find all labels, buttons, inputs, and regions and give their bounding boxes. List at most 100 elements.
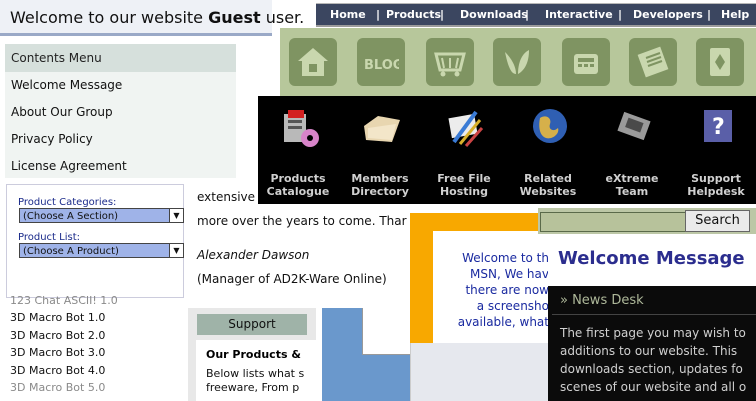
- article-author-role: (Manager of AD2K-Ware Online): [197, 272, 387, 286]
- feature-label: Hosting: [439, 185, 489, 198]
- menu-item-privacy-policy[interactable]: Privacy Policy: [5, 126, 236, 153]
- msn-line: there are now: [465, 283, 549, 297]
- dropdown-arrow-icon[interactable]: ▼: [169, 244, 183, 257]
- our-products-heading: Our Products &: [206, 348, 301, 361]
- product-categories-select[interactable]: (Choose A Section) ▼: [19, 208, 184, 223]
- product-list-value: (Choose A Product): [23, 246, 119, 257]
- our-products-text: freeware, From p: [206, 381, 300, 394]
- msn-line: available, what: [457, 315, 549, 329]
- feature-label: Websites: [519, 185, 577, 198]
- contents-menu: Contents Menu Welcome Message About Our …: [5, 44, 236, 178]
- white-panel: [362, 308, 415, 355]
- msn-line: Welcome to th: [462, 251, 549, 265]
- msn-line: a screensho: [476, 299, 549, 313]
- product-item[interactable]: 3D Macro Bot 2.0: [10, 327, 186, 344]
- nav-interactive[interactable]: Interactive: [545, 4, 613, 25]
- feature-panel: Products Catalogue Members Directory Free …: [258, 96, 756, 204]
- help-icon: ?: [704, 110, 732, 142]
- news-divider: [552, 314, 756, 315]
- product-item[interactable]: 123 Chat ASCII! 1.0: [10, 292, 186, 309]
- news-line: The first page you may wish to: [560, 326, 746, 340]
- news-line: additions to our website. This: [560, 344, 738, 358]
- feature-label: Directory: [351, 185, 409, 198]
- dropdown-arrow-icon[interactable]: ▼: [169, 209, 183, 222]
- feature-members-directory[interactable]: Members Directory: [340, 96, 420, 204]
- nav-developers[interactable]: Developers: [633, 4, 703, 25]
- product-list-label: Product List:: [18, 232, 80, 243]
- feature-label: Members: [351, 172, 409, 185]
- search-button[interactable]: Search: [685, 210, 750, 232]
- news-desk-panel: » News Desk The first page you may wish …: [548, 286, 756, 401]
- product-categories-value: (Choose A Section): [23, 211, 119, 222]
- product-filters: Product Categories: (Choose A Section) ▼…: [6, 184, 184, 298]
- svg-text:BLOG: BLOG: [364, 58, 399, 73]
- menu-item-license-agreement[interactable]: License Agreement: [5, 153, 236, 180]
- feature-label: Products: [270, 172, 326, 185]
- basket-icon[interactable]: [426, 38, 474, 86]
- icon-strip: BLOG: [280, 28, 756, 96]
- feature-label: Support: [691, 172, 741, 185]
- nav-separator: |: [525, 8, 530, 21]
- feature-free-file-hosting[interactable]: Free File Hosting: [424, 96, 504, 204]
- blog-icon[interactable]: BLOG: [357, 38, 405, 86]
- phone-icon[interactable]: [562, 38, 610, 86]
- contents-menu-header: Contents Menu: [5, 44, 236, 72]
- nav-separator: |: [618, 8, 623, 21]
- feature-label: Catalogue: [266, 185, 330, 198]
- product-item[interactable]: 3D Macro Bot 1.0: [10, 309, 186, 326]
- product-list-select[interactable]: (Choose A Product) ▼: [19, 243, 184, 258]
- feature-label: Helpdesk: [687, 185, 745, 198]
- product-item[interactable]: 3D Macro Bot 5.0: [10, 379, 186, 396]
- nav-home[interactable]: Home: [330, 4, 366, 25]
- nav-products[interactable]: Products: [386, 4, 441, 25]
- nav-downloads[interactable]: Downloads: [460, 4, 528, 25]
- feature-label: Team: [615, 185, 649, 198]
- news-line: downloads section, updates fo: [560, 362, 743, 376]
- toolbox-icon: [284, 110, 319, 147]
- feature-label: eXtreme: [605, 172, 659, 185]
- nav-separator: |: [707, 8, 712, 21]
- product-item[interactable]: 3D Macro Bot 3.0: [10, 344, 186, 361]
- globe-icon: [533, 109, 567, 143]
- feature-products-catalogue[interactable]: Products Catalogue: [258, 96, 338, 204]
- welcome-bar: Welcome to our website Guest user.: [0, 0, 304, 36]
- feature-related-websites[interactable]: Related Websites: [508, 96, 588, 204]
- product-item[interactable]: 3D Macro Bot 4.0: [10, 362, 186, 379]
- search-bar: Search: [538, 208, 756, 234]
- support-button[interactable]: Support: [197, 314, 307, 335]
- product-list: 123 Chat ASCII! 1.0 3D Macro Bot 1.0 3D …: [10, 292, 186, 401]
- msn-notice: Welcome to th MSN, We hav there are now …: [433, 231, 557, 343]
- leaf-icon[interactable]: [493, 38, 541, 86]
- article-line: extensive: [197, 190, 256, 204]
- svg-text:?: ?: [712, 115, 725, 140]
- nav-help[interactable]: Help: [721, 4, 749, 25]
- nav-separator: |: [376, 8, 381, 21]
- menu-item-welcome-message[interactable]: Welcome Message: [5, 72, 236, 99]
- our-products-text: Below lists what s: [206, 367, 305, 380]
- tools-icon: [448, 110, 484, 147]
- support-panel: Support Our Products & Below lists what …: [188, 308, 316, 401]
- grey-panel: [410, 343, 551, 401]
- article-line: more over the years to come. Thar: [197, 214, 407, 228]
- msn-line: MSN, We hav: [470, 267, 549, 281]
- feature-label: Free File: [437, 172, 491, 185]
- welcome-suffix: user.: [260, 8, 305, 27]
- welcome-prefix: Welcome to our website: [10, 8, 209, 27]
- feature-extreme-team[interactable]: eXtreme Team: [592, 96, 672, 204]
- msn-notice-frame: Welcome to th MSN, We hav there are now …: [410, 213, 557, 343]
- feature-support-helpdesk[interactable]: ? Support Helpdesk: [676, 96, 756, 204]
- welcome-message-title: Welcome Message: [558, 248, 745, 269]
- nav-separator: |: [440, 8, 445, 21]
- search-input[interactable]: [540, 212, 686, 232]
- home-icon[interactable]: [289, 38, 337, 86]
- welcome-user: Guest: [208, 8, 261, 27]
- menu-item-about-our-group[interactable]: About Our Group: [5, 99, 236, 126]
- newspaper-icon[interactable]: [629, 38, 677, 86]
- article-author: Alexander Dawson: [197, 248, 310, 262]
- our-products-box: Our Products & Below lists what s freewa…: [196, 340, 316, 401]
- welcome-message-panel: Welcome Message: [548, 236, 756, 286]
- cards-icon[interactable]: [696, 38, 744, 86]
- chip-icon: [617, 111, 651, 141]
- feature-label: Related: [524, 172, 572, 185]
- news-desk-title: » News Desk: [560, 293, 644, 308]
